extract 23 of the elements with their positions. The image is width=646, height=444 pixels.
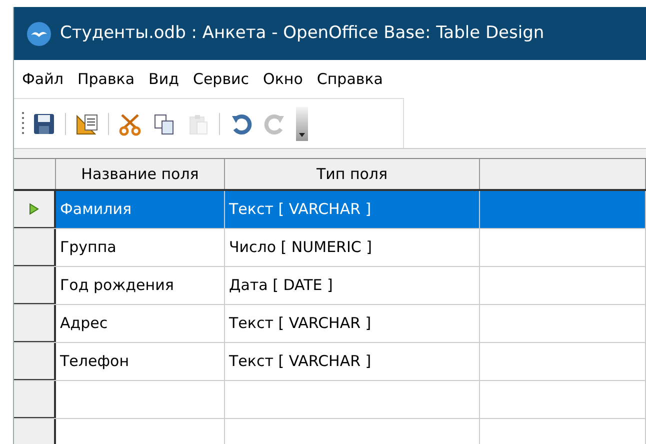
row-header[interactable] xyxy=(14,267,56,304)
menu-item[interactable]: Правка xyxy=(77,68,135,90)
menu-item[interactable]: Окно xyxy=(263,68,303,90)
row-header[interactable] xyxy=(14,305,56,342)
column-header: Тип поля xyxy=(225,159,480,189)
caret-icon xyxy=(299,132,305,136)
row-header[interactable] xyxy=(14,191,56,228)
row-header[interactable] xyxy=(14,381,56,418)
window-title: Студенты.odb : Анкета - OpenOffice Base: Table Design xyxy=(60,22,544,45)
menu-item[interactable]: Вид xyxy=(148,68,179,90)
column-header: Название поля xyxy=(56,159,225,189)
table-cell[interactable]: Фамилия xyxy=(56,191,225,228)
row-header[interactable] xyxy=(14,343,56,380)
menu-item[interactable]: Сервис xyxy=(192,68,250,90)
toolbar-grip-icon xyxy=(22,110,25,136)
toolbar-overflow-button[interactable] xyxy=(296,106,308,140)
app-logo-icon xyxy=(26,20,52,46)
splitter-bar[interactable] xyxy=(14,148,646,158)
row-header[interactable] xyxy=(14,229,56,266)
menu-item[interactable]: Справка xyxy=(316,68,383,90)
table-cell[interactable] xyxy=(480,191,646,228)
table-cell[interactable]: Текст [ VARCHAR ] xyxy=(225,191,480,228)
menu-item[interactable]: Файл xyxy=(22,68,64,90)
